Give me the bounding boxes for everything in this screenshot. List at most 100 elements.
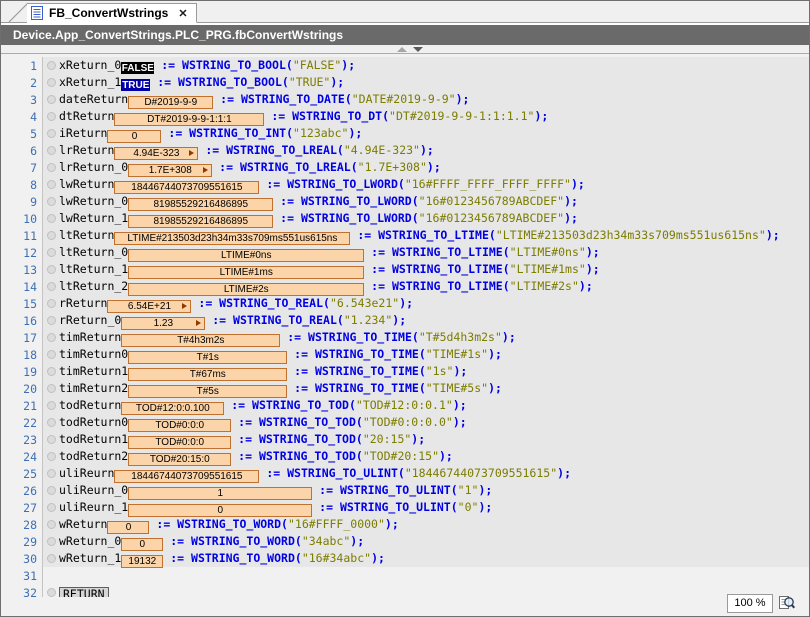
monitor-value-box[interactable]: DT#2019-9-9-1:1:1 [114,113,264,126]
breakpoint-margin[interactable] [43,95,59,104]
breakpoint-dot[interactable] [47,588,56,597]
breakpoint-dot[interactable] [47,486,56,495]
breakpoint-dot[interactable] [47,112,56,121]
code-line[interactable]: 21todReturnTOD#12:0:0.100 := WSTRING_TO_… [1,397,809,414]
code-line[interactable]: 15rReturn6.54E+21 := WSTRING_TO_REAL("6.… [1,295,809,312]
monitor-value-box[interactable]: 1.7E+308 [128,164,212,177]
monitor-value-box[interactable]: TOD#0:0:0 [128,419,231,432]
code-line[interactable]: 28wReturn0 := WSTRING_TO_WORD("16#FFFF_0… [1,516,809,533]
code-line[interactable]: 6lrReturn4.94E-323 := WSTRING_TO_LREAL("… [1,142,809,159]
code-line[interactable]: 3dateReturnD#2019-9-9 := WSTRING_TO_DATE… [1,91,809,108]
splitter-collapse-icon[interactable] [397,47,407,52]
breakpoint-dot[interactable] [47,384,56,393]
breakpoint-margin[interactable] [43,316,59,325]
monitor-value-box[interactable]: 0 [128,504,312,517]
expand-value-icon[interactable] [189,150,194,156]
zoom-level-control[interactable]: 100 % [727,594,773,613]
breakpoint-dot[interactable] [47,316,56,325]
monitor-value-box[interactable]: 18446744073709551615 [114,181,259,194]
breakpoint-margin[interactable] [43,503,59,512]
code-line[interactable]: 20timReturn2T#5s := WSTRING_TO_TIME("TIM… [1,380,809,397]
breakpoint-margin[interactable] [43,554,59,563]
breakpoint-dot[interactable] [47,78,56,87]
breakpoint-margin[interactable] [43,231,59,240]
breakpoint-dot[interactable] [47,537,56,546]
breakpoint-margin[interactable] [43,180,59,189]
monitor-value-box[interactable]: TOD#12:0:0.100 [121,402,224,415]
code-line[interactable]: 12ltReturn_0LTIME#0ns := WSTRING_TO_LTIM… [1,244,809,261]
code-line[interactable]: 1xReturn_0FALSE := WSTRING_TO_BOOL("FALS… [1,57,809,74]
code-line[interactable]: 22todReturn0TOD#0:0:0 := WSTRING_TO_TOD(… [1,414,809,431]
breakpoint-margin[interactable] [43,333,59,342]
expand-value-icon[interactable] [203,167,208,173]
breakpoint-dot[interactable] [47,282,56,291]
breakpoint-dot[interactable] [47,401,56,410]
monitor-value-box[interactable]: 1.23 [121,317,205,330]
monitor-value-box[interactable]: 18446744073709551615 [114,470,259,483]
breakpoint-dot[interactable] [47,61,56,70]
monitor-value-box[interactable]: 0 [107,521,149,534]
breakpoint-dot[interactable] [47,95,56,104]
code-line[interactable]: 11ltReturnLTIME#213503d23h34m33s709ms551… [1,227,809,244]
code-line[interactable]: 4dtReturnDT#2019-9-9-1:1:1 := WSTRING_TO… [1,108,809,125]
monitor-value-box[interactable]: TOD#20:15:0 [128,453,231,466]
breakpoint-dot[interactable] [47,350,56,359]
breakpoint-margin[interactable] [43,350,59,359]
code-line[interactable]: 10lwReturn_181985529216486895 := WSTRING… [1,210,809,227]
monitor-value-box[interactable]: T#4h3m2s [121,334,280,347]
code-line[interactable]: 32RETURN [1,584,809,597]
code-line[interactable]: 13ltReturn_1LTIME#1ms := WSTRING_TO_LTIM… [1,261,809,278]
code-line[interactable]: 30wReturn_119132 := WSTRING_TO_WORD("16#… [1,550,809,567]
monitor-value-box[interactable]: LTIME#213503d23h34m33s709ms551us615ns [114,232,350,245]
breakpoint-dot[interactable] [47,197,56,206]
breakpoint-margin[interactable] [43,520,59,529]
breakpoint-dot[interactable] [47,231,56,240]
breakpoint-margin[interactable] [43,146,59,155]
tab-close-icon[interactable]: ✕ [178,7,187,20]
breakpoint-margin[interactable] [43,129,59,138]
monitor-value-box[interactable]: LTIME#1ms [128,266,364,279]
breakpoint-margin[interactable] [43,588,59,597]
code-line[interactable]: 8lwReturn18446744073709551615 := WSTRING… [1,176,809,193]
code-line[interactable]: 2xReturn_1TRUE := WSTRING_TO_BOOL("TRUE"… [1,74,809,91]
breakpoint-dot[interactable] [47,418,56,427]
monitor-value-box[interactable]: 0 [121,538,163,551]
code-line[interactable]: 17timReturnT#4h3m2s := WSTRING_TO_TIME("… [1,329,809,346]
code-line[interactable]: 18timReturn0T#1s := WSTRING_TO_TIME("TIM… [1,346,809,363]
monitor-value-box[interactable]: T#1s [128,351,287,364]
code-line[interactable]: 9lwReturn_081985529216486895 := WSTRING_… [1,193,809,210]
breakpoint-dot[interactable] [47,146,56,155]
breakpoint-margin[interactable] [43,401,59,410]
breakpoint-dot[interactable] [47,265,56,274]
monitor-value-box[interactable]: 81985529216486895 [128,198,273,211]
code-line[interactable]: 31 [1,567,809,584]
code-line[interactable]: 16rReturn_01.23 := WSTRING_TO_REAL("1.23… [1,312,809,329]
breakpoint-margin[interactable] [43,418,59,427]
code-line[interactable]: 7lrReturn_01.7E+308 := WSTRING_TO_LREAL(… [1,159,809,176]
breakpoint-margin[interactable] [43,163,59,172]
breakpoint-margin[interactable] [43,197,59,206]
tab-fb-convertwstrings[interactable]: FB_ConvertWstrings ✕ [27,3,197,23]
breakpoint-margin[interactable] [43,367,59,376]
code-line[interactable]: 26uliReurn_01 := WSTRING_TO_ULINT("1"); [1,482,809,499]
breakpoint-dot[interactable] [47,469,56,478]
monitor-value-box[interactable]: TOD#0:0:0 [128,436,231,449]
monitor-value-box[interactable]: LTIME#0ns [128,249,364,262]
breakpoint-dot[interactable] [47,129,56,138]
code-line[interactable]: 5iReturn0 := WSTRING_TO_INT("123abc"); [1,125,809,142]
breakpoint-dot[interactable] [47,452,56,461]
breakpoint-margin[interactable] [43,265,59,274]
breakpoint-margin[interactable] [43,214,59,223]
monitor-value-box[interactable]: T#67ms [128,368,287,381]
breakpoint-dot[interactable] [47,435,56,444]
monitor-value-box[interactable]: 6.54E+21 [107,300,191,313]
monitor-value-box[interactable]: LTIME#2s [128,283,364,296]
monitor-value-box[interactable]: 0 [107,130,161,143]
breakpoint-margin[interactable] [43,537,59,546]
monitor-value-box[interactable]: 19132 [121,555,163,568]
code-line[interactable]: 23todReturn1TOD#0:0:0 := WSTRING_TO_TOD(… [1,431,809,448]
breakpoint-margin[interactable] [43,78,59,87]
breakpoint-margin[interactable] [43,435,59,444]
breakpoint-margin[interactable] [43,486,59,495]
breakpoint-dot[interactable] [47,554,56,563]
